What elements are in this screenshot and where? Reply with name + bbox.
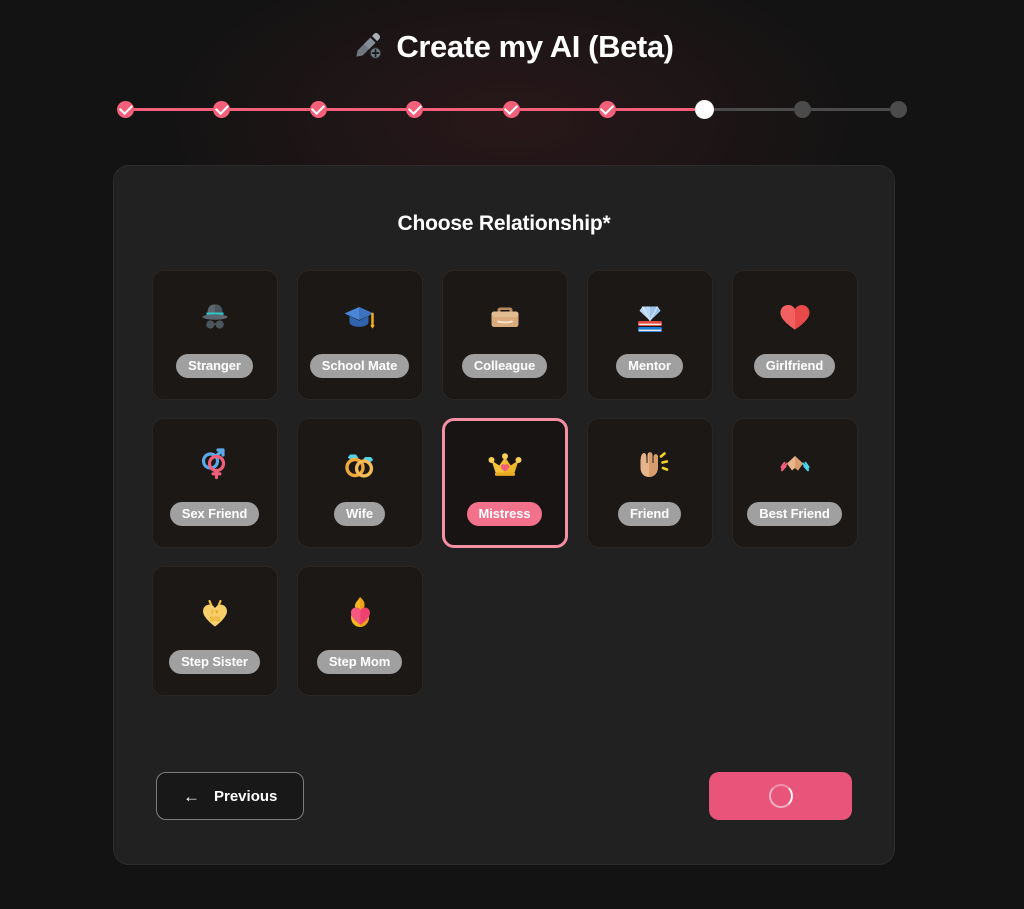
option-mentor[interactable]: Mentor [586,270,713,400]
option-label: Friend [617,502,682,526]
option-label: Step Sister [169,650,260,674]
option-girlfriend[interactable]: Girlfriend [731,270,858,400]
option-label: Colleague [461,354,548,378]
option-stranger[interactable]: Stranger [151,270,278,400]
option-label: Wife [334,502,385,526]
svg-text:SIS: SIS [209,616,220,623]
option-wife[interactable]: Wife [296,418,423,548]
step-node-8[interactable] [793,100,811,118]
page-header: Create my AI (Beta) [0,0,1024,70]
step-line-3 [326,107,407,111]
briefcase-icon [483,292,527,340]
step-line-5 [519,107,599,111]
step-node-6[interactable] [598,100,616,118]
step-node-1[interactable] [117,100,134,118]
step-line-6 [615,107,696,111]
previous-button[interactable]: ← Previous [156,772,305,820]
option-mistress[interactable]: Mistress [441,418,568,548]
svg-text:I ♥: I ♥ [211,609,219,616]
option-label: Girlfriend [753,354,836,378]
option-label: Best Friend [747,502,842,526]
heart-on-fire-icon [338,588,382,636]
option-sex-friend[interactable]: Sex Friend [151,418,278,548]
arrow-left-icon: ← [183,786,200,806]
option-label: Sex Friend [169,502,260,526]
diamond-books-icon [628,292,672,340]
step-node-4[interactable] [406,100,424,118]
option-label: Step Mom [316,650,403,674]
next-button[interactable] [709,772,852,820]
option-step-sister[interactable]: I ♥ SIS Step Sister [151,566,278,696]
raised-hand-icon [628,440,672,488]
loading-spinner-icon [768,784,793,808]
step-line-7 [714,107,794,111]
option-label: Mentor [616,354,683,378]
option-label: Mistress [466,502,543,526]
option-best-friend[interactable]: Best Friend [731,418,858,548]
wedding-rings-icon [338,440,382,488]
graduation-cap-icon [338,292,382,340]
step-line-4 [423,107,503,111]
pencil-add-icon [350,29,384,63]
step-node-3[interactable] [309,100,327,118]
step-node-5[interactable] [502,100,520,118]
gender-symbols-icon [193,440,237,488]
step-line-1 [134,107,214,111]
heart-locket-sis-icon: I ♥ SIS [193,588,237,636]
panel-title: Choose Relationship* [397,212,611,235]
page-title: Create my AI (Beta) [396,28,674,64]
option-label: Stranger [176,354,253,378]
handshake-icon [773,440,817,488]
option-label: School Mate [309,354,410,378]
crown-icon [483,440,527,488]
step-node-2[interactable] [213,100,231,118]
relationship-options-grid: Stranger School Mate Colleague Mentor Gi… [151,270,858,696]
step-line-8 [810,107,890,111]
previous-button-label: Previous [214,787,278,805]
step-line-2 [230,107,310,111]
progress-stepper [117,92,907,126]
option-school-mate[interactable]: School Mate [296,270,423,400]
option-step-mom[interactable]: Step Mom [296,566,423,696]
red-heart-icon [773,292,817,340]
step-node-9[interactable] [890,100,907,118]
option-friend[interactable]: Friend [586,418,713,548]
detective-icon [193,292,237,340]
relationship-panel: Choose Relationship* Stranger School Mat… [113,165,895,865]
step-node-7-current[interactable] [695,99,715,119]
option-colleague[interactable]: Colleague [441,270,568,400]
panel-footer: ← Previous [156,772,852,820]
